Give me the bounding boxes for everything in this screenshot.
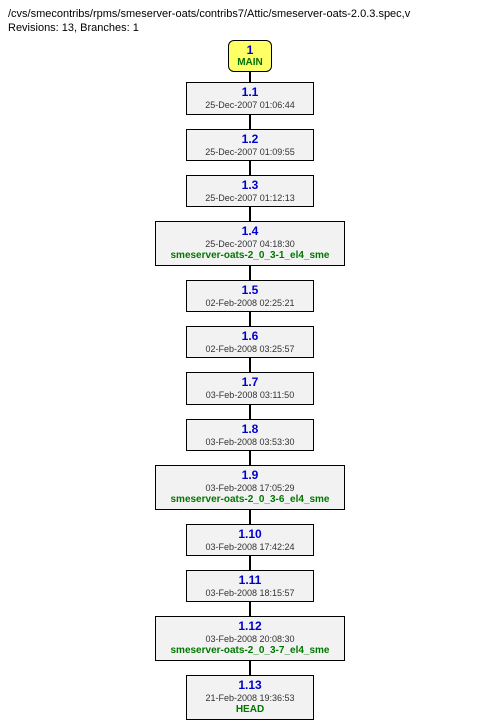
revision-timestamp: 25-Dec-2007 01:12:13 [195,193,305,204]
revision-node[interactable]: 1.7 03-Feb-2008 03:11:50 [186,372,314,404]
revision-timestamp: 02-Feb-2008 03:25:57 [195,344,305,355]
connector [249,161,250,175]
revision-tag: HEAD [195,704,305,717]
connector [249,510,250,524]
revision-version: 1.6 [195,329,305,344]
revision-tag: smeserver-oats-2_0_3-6_el4_sme [164,494,336,507]
revision-timestamp: 25-Dec-2007 04:18:30 [164,239,336,250]
revision-node[interactable]: 1.2 25-Dec-2007 01:09:55 [186,129,314,161]
revision-tree: 1 MAIN 1.1 25-Dec-2007 01:06:44 1.2 25-D… [8,40,492,720]
revision-version: 1.1 [195,85,305,100]
revision-version: 1.11 [195,573,305,588]
revision-version: 1.10 [195,527,305,542]
revision-node[interactable]: 1.12 03-Feb-2008 20:08:30 smeserver-oats… [155,616,345,661]
revision-timestamp: 03-Feb-2008 20:08:30 [164,634,336,645]
connector [249,358,250,372]
connector [249,451,250,465]
connector [249,556,250,570]
connector [249,72,250,82]
revision-version: 1.8 [195,422,305,437]
revision-tag: smeserver-oats-2_0_3-1_el4_sme [164,250,336,263]
revision-node[interactable]: 1.11 03-Feb-2008 18:15:57 [186,570,314,602]
revision-timestamp: 25-Dec-2007 01:09:55 [195,147,305,158]
revision-version: 1.12 [164,619,336,634]
revision-node[interactable]: 1.8 03-Feb-2008 03:53:30 [186,419,314,451]
connector [249,405,250,419]
revision-timestamp: 03-Feb-2008 17:05:29 [164,483,336,494]
revision-version: 1.3 [195,178,305,193]
revision-timestamp: 03-Feb-2008 17:42:24 [195,542,305,553]
revision-node[interactable]: 1.6 02-Feb-2008 03:25:57 [186,326,314,358]
revision-timestamp: 03-Feb-2008 03:53:30 [195,437,305,448]
revisions-summary: Revisions: 13, Branches: 1 [8,22,492,34]
file-path: /cvs/smecontribs/rpms/smeserver-oats/con… [8,8,492,20]
revision-version: 1.4 [164,224,336,239]
connector [249,266,250,280]
connector [249,207,250,221]
branch-name: MAIN [237,57,263,69]
revision-version: 1.9 [164,468,336,483]
revision-tag: smeserver-oats-2_0_3-7_el4_sme [164,645,336,658]
revision-timestamp: 03-Feb-2008 03:11:50 [195,390,305,401]
revision-timestamp: 25-Dec-2007 01:06:44 [195,100,305,111]
revision-node[interactable]: 1.1 25-Dec-2007 01:06:44 [186,82,314,114]
revision-version: 1.2 [195,132,305,147]
branch-number: 1 [237,43,263,57]
connector [249,661,250,675]
connector [249,602,250,616]
revision-version: 1.13 [195,678,305,693]
revision-node[interactable]: 1.13 21-Feb-2008 19:36:53 HEAD [186,675,314,720]
revision-timestamp: 03-Feb-2008 18:15:57 [195,588,305,599]
revision-timestamp: 21-Feb-2008 19:36:53 [195,693,305,704]
revision-node[interactable]: 1.3 25-Dec-2007 01:12:13 [186,175,314,207]
branch-node-main[interactable]: 1 MAIN [228,40,272,72]
revision-node[interactable]: 1.4 25-Dec-2007 04:18:30 smeserver-oats-… [155,221,345,266]
revision-timestamp: 02-Feb-2008 02:25:21 [195,298,305,309]
revision-version: 1.7 [195,375,305,390]
connector [249,312,250,326]
revision-node[interactable]: 1.5 02-Feb-2008 02:25:21 [186,280,314,312]
revision-version: 1.5 [195,283,305,298]
revision-node[interactable]: 1.10 03-Feb-2008 17:42:24 [186,524,314,556]
connector [249,115,250,129]
revision-node[interactable]: 1.9 03-Feb-2008 17:05:29 smeserver-oats-… [155,465,345,510]
